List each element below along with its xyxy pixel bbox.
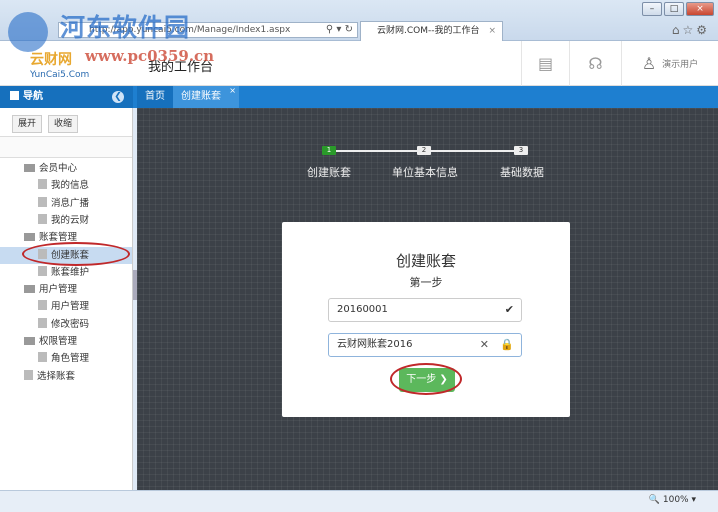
browser-tab[interactable]: 云财网.COM--我的工作台 × xyxy=(360,21,503,41)
maximize-button[interactable]: □ xyxy=(664,2,684,16)
file-icon xyxy=(38,352,47,363)
close-button[interactable]: × xyxy=(686,2,714,16)
clear-icon[interactable]: ✕ xyxy=(480,334,489,356)
input-value: 20160001 xyxy=(337,304,388,315)
account-code-input[interactable]: 20160001 ✔ xyxy=(328,298,522,322)
step-3-marker: 3 xyxy=(514,146,528,155)
main-content: 1 2 3 创建账套 单位基本信息 基础数据 创建账套 第一步 20160001… xyxy=(137,108,718,490)
zoom-control[interactable]: 🔍 100% ▾ xyxy=(649,495,696,505)
home-icon[interactable]: ⌂ xyxy=(672,23,683,37)
nav-header: 导航 ❮ xyxy=(0,86,133,108)
expand-button[interactable]: 展开 xyxy=(12,115,43,133)
headset-icon[interactable]: ☊ xyxy=(569,41,621,86)
tree-item-label: 用户管理 xyxy=(51,301,90,313)
file-icon xyxy=(38,300,47,311)
sidebar-divider xyxy=(0,136,132,158)
highlight-ring xyxy=(390,363,462,395)
tab-create-account[interactable]: 创建账套 × xyxy=(173,86,239,108)
tab-close-icon[interactable]: × xyxy=(229,80,236,102)
document-icon[interactable]: ▤ xyxy=(521,41,569,86)
lock-icon: 🔒 xyxy=(500,338,514,351)
folder-icon xyxy=(24,285,35,294)
tree-item[interactable]: 修改密码 xyxy=(0,316,132,333)
search-refresh-icon[interactable]: ⚲ ▾ ↻ xyxy=(326,23,353,37)
nav-title: 导航 xyxy=(23,91,43,102)
tree-item-label: 会员中心 xyxy=(39,163,78,174)
step-2-label: 单位基本信息 xyxy=(392,166,458,179)
sidebar: 展开 收缩 会员中心 我的信息 消息广播 我的云财 账套管理 创建账套 账套维护 用户管理 用户… xyxy=(0,108,133,490)
tree-item[interactable]: 会员中心 xyxy=(0,160,132,177)
tree-item[interactable]: 消息广播 xyxy=(0,195,132,212)
zoom-level: 100% xyxy=(662,495,689,505)
window-controls: – □ × xyxy=(642,2,714,16)
user-icon: ♙ xyxy=(641,54,657,73)
tree-item-label: 权限管理 xyxy=(39,336,78,347)
star-icon[interactable]: ☆ xyxy=(682,23,696,37)
tab-label: 创建账套 xyxy=(181,91,221,102)
form-title: 创建账套 xyxy=(395,252,456,270)
tab-close-icon[interactable]: × xyxy=(488,22,496,40)
watermark-logo xyxy=(8,12,48,52)
tree-item-label: 修改密码 xyxy=(51,318,90,330)
folder-icon xyxy=(24,337,35,345)
tree-item[interactable]: 我的云财 xyxy=(0,212,132,229)
folder-icon xyxy=(24,164,35,172)
step-2-marker: 2 xyxy=(417,146,431,155)
tree-item[interactable]: 选择账套 xyxy=(0,368,132,385)
step-1-label: 创建账套 xyxy=(307,166,351,179)
create-account-card: 创建账套 第一步 20160001 ✔ 云财网账套2016 ✕ 🔒 下一步 ❯ xyxy=(282,222,570,417)
tree-item[interactable]: 权限管理 xyxy=(0,333,132,350)
highlight-ring xyxy=(22,242,130,266)
form-subtitle: 第一步 xyxy=(409,276,443,289)
user-menu[interactable]: ♙ 演示用户 xyxy=(621,41,718,86)
tab-home[interactable]: 首页 xyxy=(137,86,173,108)
file-icon xyxy=(38,213,47,224)
minimize-button[interactable]: – xyxy=(642,2,662,16)
nav-icon xyxy=(10,91,19,100)
file-icon xyxy=(38,265,47,276)
gear-icon[interactable]: ⚙ xyxy=(696,23,710,37)
tree-item-label: 账套维护 xyxy=(51,266,90,278)
tab-title: 云财网.COM--我的工作台 xyxy=(377,26,480,36)
user-name: 演示用户 xyxy=(662,60,699,70)
watermark-title: 河东软件园 xyxy=(60,13,191,42)
nav-bar: 导航 ❮ 首页 创建账套 × xyxy=(0,86,718,108)
tree-item-label: 用户管理 xyxy=(39,284,78,296)
tree-item[interactable]: 用户管理 xyxy=(0,281,132,298)
tree-item[interactable]: 角色管理 xyxy=(0,350,132,367)
file-icon xyxy=(38,179,47,190)
tree-item[interactable]: 用户管理 xyxy=(0,298,132,315)
watermark-url: www.pc0359.cn xyxy=(85,47,215,65)
step-3-label: 基础数据 xyxy=(500,166,544,179)
logo-en: YunCai5.Com xyxy=(30,70,90,80)
browser-tools: ⌂☆⚙ xyxy=(672,23,710,37)
file-icon xyxy=(24,369,33,380)
tree-item-label: 我的云财 xyxy=(51,214,90,226)
tree-item[interactable]: 我的信息 xyxy=(0,177,132,194)
tree-item-label: 我的信息 xyxy=(51,180,90,192)
file-icon xyxy=(38,196,47,207)
input-value: 云财网账套2016 xyxy=(337,339,413,350)
step-1-marker: 1 xyxy=(322,146,336,155)
file-icon xyxy=(38,317,47,328)
tree-item-label: 消息广播 xyxy=(51,197,90,209)
tree-item-label: 选择账套 xyxy=(37,370,76,382)
collapse-sidebar-icon[interactable]: ❮ xyxy=(112,91,124,103)
tree-item-label: 角色管理 xyxy=(51,353,90,365)
folder-icon xyxy=(24,233,35,242)
check-icon: ✔ xyxy=(504,303,514,316)
status-bar: 🔍 100% ▾ xyxy=(0,490,718,512)
tree-item[interactable]: 账套维护 xyxy=(0,264,132,281)
account-name-input[interactable]: 云财网账套2016 ✕ 🔒 xyxy=(328,333,522,357)
collapse-button[interactable]: 收缩 xyxy=(48,115,79,133)
